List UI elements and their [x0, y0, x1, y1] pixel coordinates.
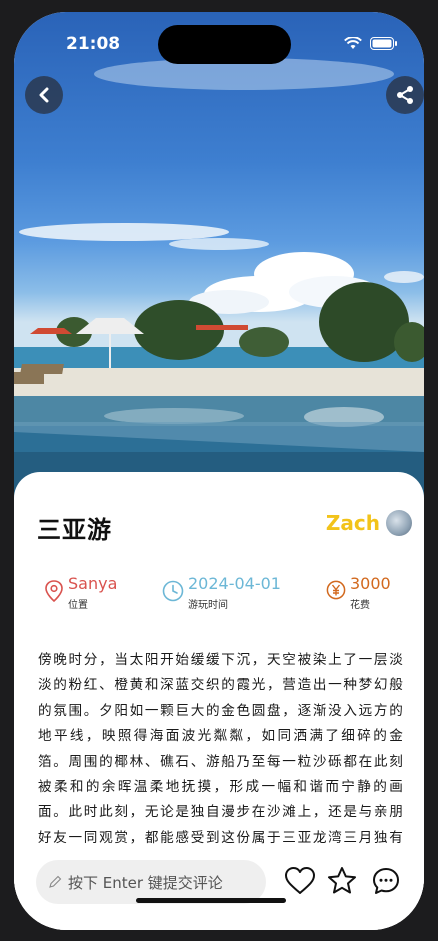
location-label: 位置: [68, 600, 88, 611]
wifi-icon: [344, 37, 362, 49]
clock-icon: [162, 580, 184, 602]
date-info: 2024-04-01 游玩时间: [162, 576, 281, 611]
phone-screen: 21:08 三亚游 Zach Sanya 位置 2024-04-01 游玩时间 …: [14, 12, 424, 930]
location-info: Sanya 位置: [44, 576, 117, 611]
chevron-left-icon: [39, 87, 49, 103]
cost-info: 3000 花费: [326, 576, 391, 611]
back-button[interactable]: [25, 76, 63, 114]
avatar[interactable]: [386, 510, 412, 536]
dynamic-island: [158, 25, 291, 64]
pencil-icon: [49, 875, 62, 888]
post-title: 三亚游: [37, 516, 112, 544]
star-icon[interactable]: [326, 866, 358, 896]
yen-coin-icon: [326, 580, 346, 600]
status-time: 21:08: [66, 34, 121, 54]
comment-placeholder: 按下 Enter 键提交评论: [68, 873, 223, 892]
share-icon: [397, 86, 413, 104]
home-indicator[interactable]: [136, 898, 286, 903]
hero-photo: 21:08: [14, 12, 424, 512]
post-description: 傍晚时分，当太阳开始缓缓下沉，天空被染上了一层淡淡的粉红、橙黄和深蓝交织的霞光，…: [38, 652, 404, 846]
beach-scene-image: [14, 58, 424, 512]
author-name[interactable]: Zach: [326, 511, 380, 535]
cost-label: 花费: [350, 600, 370, 611]
date-value: 2024-04-01: [188, 574, 281, 593]
battery-icon: [370, 37, 397, 50]
bottom-action-bar: 按下 Enter 键提交评论: [14, 852, 424, 930]
heart-icon[interactable]: [284, 866, 316, 896]
location-pin-icon: [45, 580, 63, 602]
share-button[interactable]: [386, 76, 424, 114]
date-label: 游玩时间: [188, 600, 228, 611]
location-value: Sanya: [68, 574, 118, 593]
post-detail-card: 三亚游 Zach Sanya 位置 2024-04-01 游玩时间 3000 花…: [14, 472, 424, 930]
author-info[interactable]: Zach: [326, 510, 412, 536]
cost-value: 3000: [350, 574, 391, 593]
chat-bubble-icon[interactable]: [371, 866, 401, 896]
